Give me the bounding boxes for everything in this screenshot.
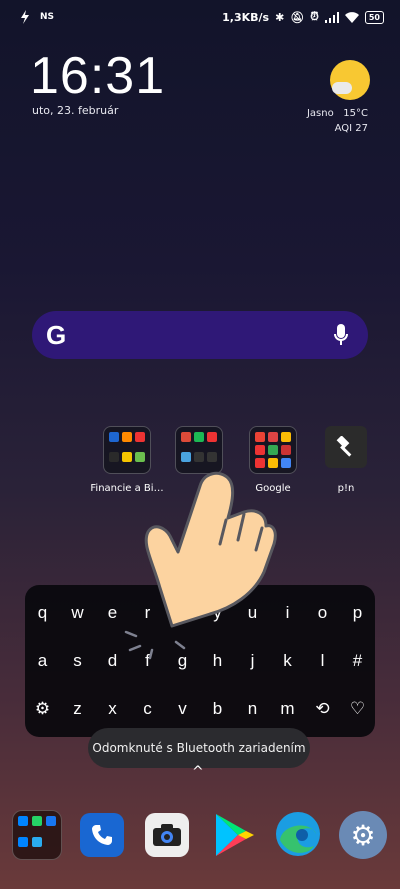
lightning-icon bbox=[21, 10, 29, 24]
mic-icon[interactable] bbox=[334, 324, 348, 346]
key-q[interactable]: q bbox=[28, 603, 58, 623]
camera-icon bbox=[153, 824, 181, 846]
chevron-up-icon[interactable]: ^ bbox=[192, 764, 204, 780]
settings-key-icon[interactable]: ⚙ bbox=[28, 699, 58, 719]
key-j[interactable]: j bbox=[238, 651, 268, 671]
key-h[interactable]: h bbox=[203, 651, 233, 671]
cloud-icon bbox=[332, 82, 352, 94]
phone-icon bbox=[92, 825, 112, 845]
hammer-icon bbox=[336, 436, 352, 457]
weather-temperature: 15°C bbox=[343, 108, 368, 119]
bluetooth-icon: ✱ bbox=[275, 10, 285, 24]
key-s[interactable]: s bbox=[63, 651, 93, 671]
camera-app[interactable] bbox=[145, 813, 189, 857]
alarm-icon: ⏰︎ bbox=[310, 10, 319, 23]
history-icon[interactable]: ⟲ bbox=[308, 699, 338, 719]
key-c[interactable]: c bbox=[133, 699, 163, 719]
key-a[interactable]: a bbox=[28, 651, 58, 671]
key-hash[interactable]: # bbox=[343, 651, 373, 671]
gear-icon: ⚙ bbox=[350, 818, 376, 852]
settings-app[interactable]: ⚙ bbox=[339, 811, 387, 859]
clock-date: uto, 23. február bbox=[32, 104, 119, 117]
key-o[interactable]: o bbox=[308, 603, 338, 623]
key-k[interactable]: k bbox=[273, 651, 303, 671]
key-b[interactable]: b bbox=[203, 699, 233, 719]
weather-aqi: AQI 27 bbox=[334, 123, 368, 134]
dock-folder[interactable] bbox=[12, 810, 62, 860]
key-z[interactable]: z bbox=[63, 699, 93, 719]
sun-icon[interactable] bbox=[330, 60, 370, 100]
bluetooth-toast: Odomknuté s Bluetooth zariadením bbox=[88, 728, 310, 768]
keyboard-row-2: a s d f g h j k l # bbox=[25, 651, 375, 671]
network-speed: 1,3KB/s bbox=[222, 10, 270, 24]
signal-icon bbox=[324, 11, 339, 23]
google-logo: G bbox=[46, 320, 67, 350]
key-w[interactable]: w bbox=[63, 603, 93, 623]
clock-time[interactable]: 16:31 bbox=[30, 46, 165, 106]
keyboard-row-3: ⚙ z x c v b n m ⟲ ♡ bbox=[25, 699, 375, 719]
battery-indicator: 50 bbox=[364, 10, 384, 24]
wifi-icon bbox=[344, 11, 359, 23]
play-store-icon[interactable] bbox=[212, 812, 256, 858]
phone-app[interactable] bbox=[80, 813, 124, 857]
pointing-hand-icon bbox=[144, 471, 277, 628]
key-l[interactable]: l bbox=[308, 651, 338, 671]
key-m[interactable]: m bbox=[273, 699, 303, 719]
status-bar: NS 1,3KB/s ✱ 🔕︎ ⏰︎ 50 bbox=[0, 0, 400, 34]
key-v[interactable]: v bbox=[168, 699, 198, 719]
ns-indicator: NS bbox=[40, 12, 55, 22]
key-n[interactable]: n bbox=[238, 699, 268, 719]
google-search-bar[interactable]: G bbox=[32, 311, 368, 359]
app-label-pin: p!n bbox=[337, 483, 355, 494]
key-p[interactable]: p bbox=[343, 603, 373, 623]
app-pin[interactable] bbox=[325, 426, 367, 468]
key-x[interactable]: x bbox=[98, 699, 128, 719]
mute-icon: 🔕︎ bbox=[290, 10, 305, 24]
edge-browser-icon[interactable] bbox=[274, 810, 322, 858]
heart-icon[interactable]: ♡ bbox=[343, 699, 373, 719]
weather-condition: Jasno bbox=[306, 108, 334, 119]
weather-widget[interactable]: Jasno 15°C AQI 27 bbox=[307, 106, 368, 136]
